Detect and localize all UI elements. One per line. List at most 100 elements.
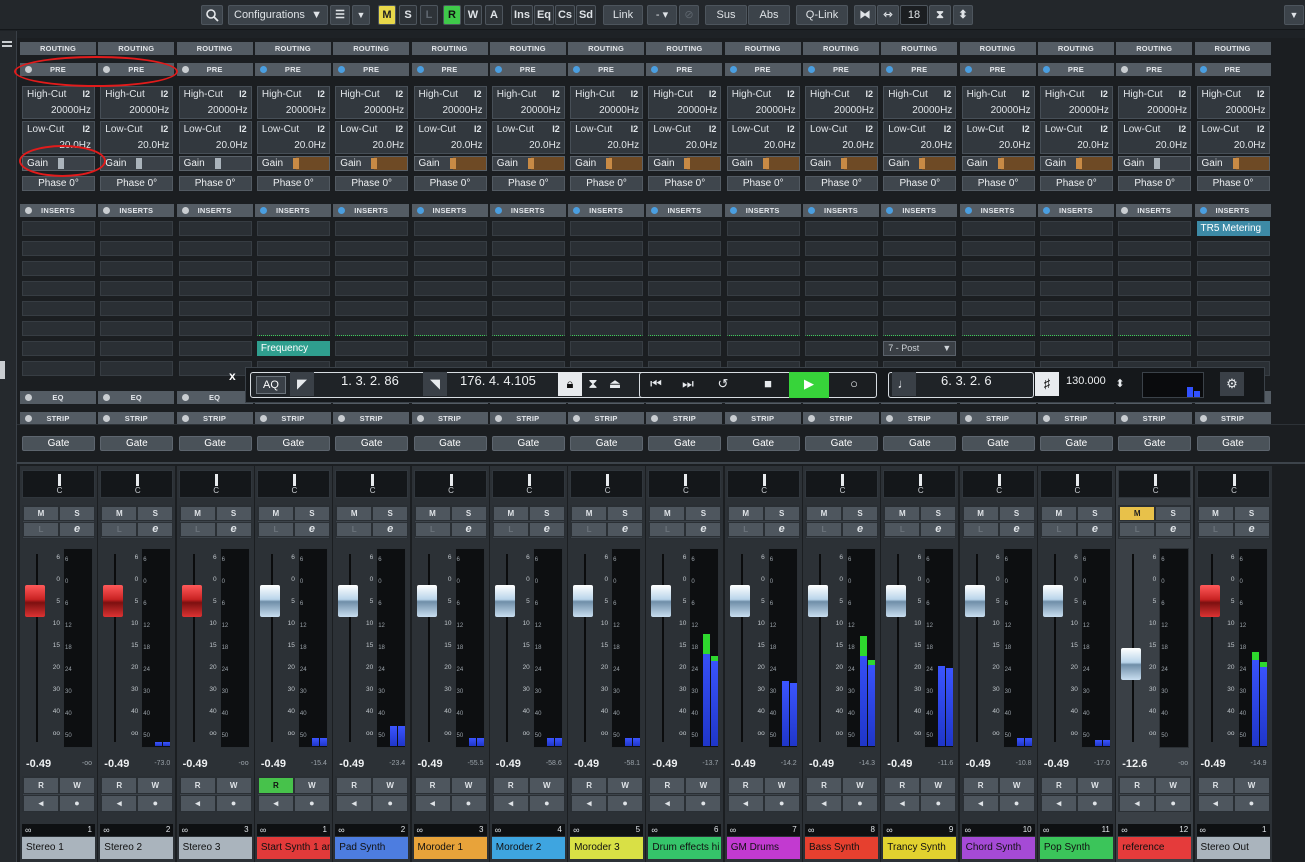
power-icon[interactable] xyxy=(651,207,659,214)
power-icon[interactable] xyxy=(1199,415,1207,422)
pre-header[interactable]: PRE xyxy=(411,63,488,76)
insert-slot[interactable] xyxy=(413,261,487,276)
inserts-header[interactable]: INSERTS xyxy=(724,204,801,217)
insert-slot[interactable] xyxy=(570,321,644,336)
phase-button[interactable]: Phase 0° xyxy=(726,176,800,191)
filter-icon[interactable]: I2 xyxy=(1100,89,1108,99)
pre-header[interactable]: PRE xyxy=(489,63,566,76)
mute-button[interactable]: M xyxy=(962,506,999,521)
punch-out-icon[interactable]: ⏏ xyxy=(603,372,627,396)
insert-slot[interactable] xyxy=(805,261,878,276)
link-icon[interactable]: ∞ xyxy=(808,825,814,835)
power-icon[interactable] xyxy=(729,66,737,73)
insert-slot[interactable] xyxy=(22,341,95,356)
insert-slot-plugin[interactable]: Frequency xyxy=(256,341,330,356)
high-cut-filter[interactable]: High-Cut I2 20000Hz xyxy=(726,86,800,119)
read-automation-button[interactable]: R xyxy=(1119,777,1156,794)
phase-button[interactable]: Phase 0° xyxy=(648,176,722,191)
routing-header[interactable]: ROUTING xyxy=(176,42,253,55)
filter-icon[interactable]: I2 xyxy=(865,124,873,134)
phase-button[interactable]: Phase 0° xyxy=(1118,176,1192,191)
power-icon[interactable] xyxy=(808,66,815,73)
pan-indicator[interactable] xyxy=(1154,474,1158,486)
power-icon[interactable] xyxy=(494,415,502,422)
listen-button[interactable]: L xyxy=(414,522,451,537)
listen-button[interactable]: L xyxy=(1040,522,1077,537)
low-cut-filter[interactable]: Low-Cut I2 20.0Hz xyxy=(1039,121,1113,154)
power-icon[interactable] xyxy=(1121,415,1129,422)
power-icon[interactable] xyxy=(181,415,189,422)
insert-slot[interactable] xyxy=(648,281,722,296)
power-icon[interactable] xyxy=(181,207,189,214)
power-icon[interactable] xyxy=(729,207,737,214)
eq-toggle[interactable]: Eq xyxy=(534,5,554,25)
volume-fader[interactable] xyxy=(964,585,985,617)
read-automation-button[interactable]: R xyxy=(806,777,842,794)
gate-button[interactable]: Gate xyxy=(805,436,878,451)
inserts-header[interactable]: INSERTS xyxy=(98,204,175,217)
insert-slot[interactable] xyxy=(1196,301,1270,316)
volume-value[interactable]: -0.49 xyxy=(183,758,208,770)
solo-button[interactable]: S xyxy=(685,506,722,521)
insert-slot[interactable] xyxy=(1118,261,1192,276)
pan-indicator[interactable] xyxy=(762,474,766,486)
gain-handle[interactable] xyxy=(527,158,534,169)
power-icon[interactable] xyxy=(886,66,894,73)
mute-button[interactable]: M xyxy=(414,506,451,521)
power-icon[interactable] xyxy=(1199,207,1207,214)
edit-channel-button[interactable]: e xyxy=(293,522,330,537)
filter-icon[interactable]: I2 xyxy=(317,124,325,134)
gain-slider[interactable]: Gain xyxy=(256,156,330,171)
insert-slot[interactable] xyxy=(178,321,252,336)
inserts-header[interactable]: INSERTS xyxy=(803,204,879,217)
power-icon[interactable] xyxy=(338,415,346,422)
speaker-icon[interactable]: ◂ xyxy=(23,795,59,812)
configurations-dropdown[interactable]: Configurations ▼ xyxy=(228,5,328,25)
low-cut-filter[interactable]: Low-Cut I2 20.0Hz xyxy=(1118,121,1192,154)
insert-slot[interactable] xyxy=(726,321,800,336)
pre-header[interactable]: PRE xyxy=(1116,63,1193,76)
insert-slot[interactable] xyxy=(1039,341,1113,356)
volume-value[interactable]: -0.49 xyxy=(809,758,834,770)
high-cut-filter[interactable]: High-Cut I2 20000Hz xyxy=(256,86,330,119)
read-automation-button[interactable]: R xyxy=(257,777,294,794)
insert-slot[interactable] xyxy=(805,221,878,236)
close-icon[interactable]: x xyxy=(229,369,236,383)
filter-icon[interactable]: I2 xyxy=(239,124,247,134)
insert-slot[interactable] xyxy=(413,341,487,356)
insert-slot[interactable] xyxy=(22,321,95,336)
insert-slot[interactable] xyxy=(256,281,330,296)
edit-channel-button[interactable]: e xyxy=(215,522,252,537)
listen-button[interactable]: L xyxy=(962,522,999,537)
insert-slot[interactable] xyxy=(726,261,800,276)
insert-slot[interactable] xyxy=(256,241,330,256)
mute-button[interactable]: M xyxy=(649,506,686,521)
phase-button[interactable]: Phase 0° xyxy=(961,176,1035,191)
insert-slot[interactable] xyxy=(178,221,252,236)
pre-header[interactable]: PRE xyxy=(959,63,1036,76)
insert-slot[interactable] xyxy=(570,301,644,316)
volume-fader[interactable] xyxy=(25,585,45,617)
insert-slot[interactable] xyxy=(413,301,487,316)
high-cut-filter[interactable]: High-Cut I2 20000Hz xyxy=(178,86,252,119)
insert-slot[interactable] xyxy=(100,281,174,296)
gate-button[interactable]: Gate xyxy=(491,436,565,451)
power-icon[interactable] xyxy=(25,394,32,401)
filter-icon[interactable]: I2 xyxy=(787,124,795,134)
power-icon[interactable] xyxy=(259,207,267,214)
record-icon[interactable]: ○ xyxy=(842,372,866,396)
routing-header[interactable]: ROUTING xyxy=(959,42,1036,55)
filter-icon[interactable]: I2 xyxy=(1179,89,1187,99)
insert-slot[interactable] xyxy=(1039,221,1113,236)
volume-fader[interactable] xyxy=(416,585,437,617)
channel-name[interactable]: GM Drums xyxy=(726,837,800,859)
record-enable-icon[interactable]: ● xyxy=(1076,795,1113,812)
read-automation-button[interactable]: R xyxy=(336,777,373,794)
filter-icon[interactable]: I2 xyxy=(552,89,560,99)
speaker-icon[interactable]: ◂ xyxy=(1040,795,1077,812)
insert-slot[interactable] xyxy=(883,321,957,336)
pan-indicator[interactable] xyxy=(841,474,844,486)
read-automation-button[interactable]: R xyxy=(649,777,686,794)
link-icon[interactable]: ∞ xyxy=(25,825,31,835)
peak-value[interactable]: -23.4 xyxy=(389,760,405,767)
